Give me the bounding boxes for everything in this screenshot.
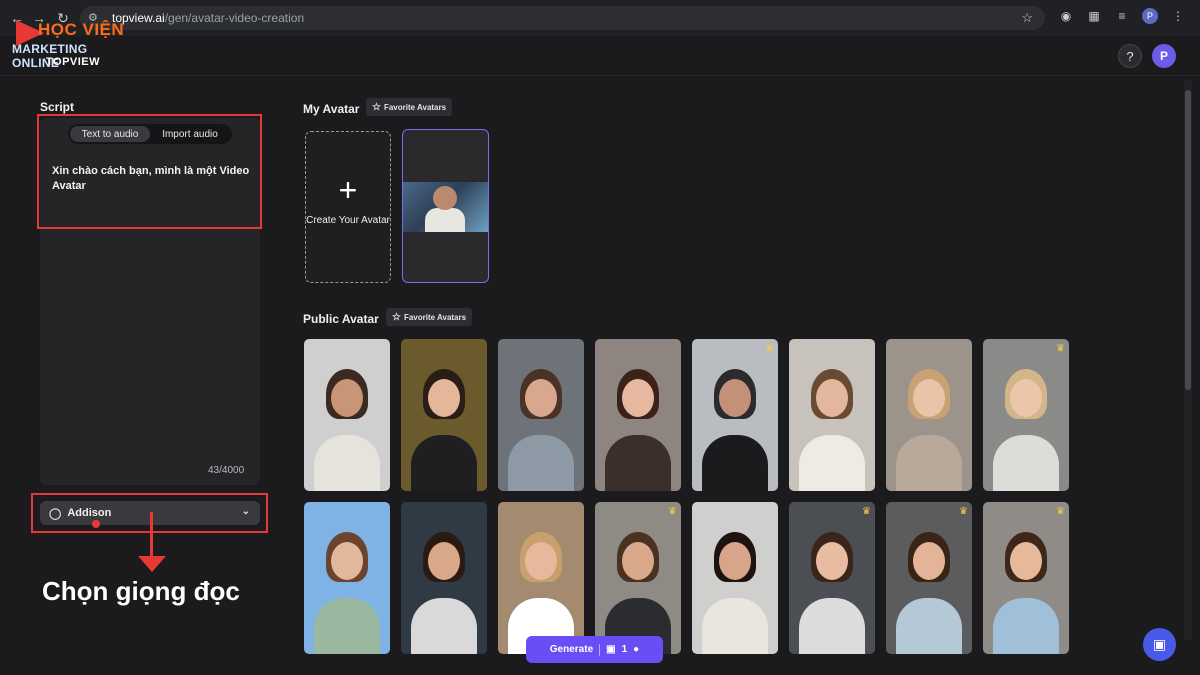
- extension-icons: ◉ ▦ ≡ P ⋮: [1058, 8, 1186, 24]
- crown-icon: ♛: [765, 343, 774, 354]
- extension-icon[interactable]: ◉: [1058, 8, 1074, 24]
- generate-label: Generate: [549, 644, 594, 655]
- avatar-body: [702, 598, 768, 654]
- avatar-tile[interactable]: [498, 339, 584, 491]
- address-bar[interactable]: ⚙ topview.ai/gen/avatar-video-creation ☆: [80, 6, 1045, 30]
- avatar-tile[interactable]: [595, 339, 681, 491]
- avatar-body: [314, 435, 380, 491]
- avatar-tile[interactable]: ♛: [983, 339, 1069, 491]
- avatar-tile[interactable]: [886, 339, 972, 491]
- avatar-body: [993, 435, 1059, 491]
- more-menu-icon[interactable]: ⋮: [1170, 8, 1186, 24]
- url-path: /gen/avatar-video-creation: [164, 11, 305, 25]
- star-icon: ☆: [392, 311, 401, 323]
- my-avatar-title: My Avatar: [303, 102, 360, 116]
- my-avatar-card[interactable]: [402, 129, 489, 283]
- avatar-body: [411, 435, 477, 491]
- chat-support-button[interactable]: ▣: [1143, 628, 1176, 661]
- avatar-tile[interactable]: ♛: [983, 502, 1069, 654]
- scrollbar-thumb[interactable]: [1185, 90, 1191, 390]
- avatar-face: [913, 379, 945, 417]
- crown-icon: ♛: [668, 506, 677, 517]
- favorite-label: Favorite Avatars: [403, 312, 467, 322]
- avatar-face: [331, 379, 363, 417]
- char-counter: 43/4000: [208, 465, 245, 476]
- annotation-arrow-head: [138, 556, 166, 572]
- crown-icon: ♛: [862, 506, 871, 517]
- avatar-tile[interactable]: [692, 502, 778, 654]
- annotation-arrow-shaft: [150, 512, 153, 560]
- avatar-tile[interactable]: [401, 339, 487, 491]
- avatar-face: [913, 542, 945, 580]
- avatar-body: [411, 598, 477, 654]
- avatar-face: [816, 379, 848, 417]
- create-avatar-label: Create Your Avatar: [306, 215, 390, 226]
- crown-icon: ♛: [959, 506, 968, 517]
- credit-icon: ▣: [606, 644, 616, 655]
- avatar-face: [525, 379, 557, 417]
- bookmark-star-icon[interactable]: ☆: [1021, 10, 1033, 26]
- chat-icon: ▣: [1152, 636, 1167, 652]
- avatar-tile[interactable]: [304, 339, 390, 491]
- reading-list-icon[interactable]: ≡: [1114, 8, 1130, 24]
- favorite-label: Favorite Avatars: [383, 102, 447, 112]
- avatar-body: [702, 435, 768, 491]
- avatar-body: [605, 435, 671, 491]
- script-highlight-box: [37, 114, 262, 229]
- help-button[interactable]: ?: [1118, 44, 1142, 68]
- avatar-tile[interactable]: [789, 339, 875, 491]
- avatar-face: [719, 542, 751, 580]
- avatar-face: [719, 379, 751, 417]
- my-favorite-avatars-button[interactable]: ☆ Favorite Avatars: [366, 98, 453, 116]
- avatar-tile[interactable]: [401, 502, 487, 654]
- avatar-tile[interactable]: ♛: [886, 502, 972, 654]
- avatar-face: [622, 542, 654, 580]
- avatar-tile[interactable]: [498, 502, 584, 654]
- crown-icon: ♛: [1056, 343, 1065, 354]
- avatar-body: [799, 598, 865, 654]
- avatar-tile[interactable]: ♛: [692, 339, 778, 491]
- divider: [599, 643, 601, 656]
- browser-toolbar: ← → ↻ ⚙ topview.ai/gen/avatar-video-crea…: [0, 0, 1200, 36]
- avatar-tile[interactable]: ♛: [595, 502, 681, 654]
- crown-icon: ♛: [1056, 506, 1065, 517]
- avatar-face: [622, 379, 654, 417]
- avatar-body: [896, 598, 962, 654]
- avatar-tile[interactable]: ♛: [789, 502, 875, 654]
- watermark-logo: HỌC VIỆN MARKETING ONLINE TOPVIEW: [8, 10, 138, 80]
- avatar-face: [1010, 379, 1042, 417]
- star-icon: ☆: [372, 101, 381, 113]
- avatar-face: [525, 542, 557, 580]
- create-avatar-card[interactable]: + Create Your Avatar: [305, 131, 391, 283]
- credit-count: 1: [621, 644, 628, 655]
- topview-logo[interactable]: TOPVIEW: [46, 56, 100, 68]
- browser-profile-icon[interactable]: P: [1142, 8, 1158, 24]
- avatar-body: [896, 435, 962, 491]
- app-header: ? P: [0, 36, 1200, 76]
- watermark-line1: HỌC VIỆN: [38, 20, 125, 39]
- annotation-caption: Chọn giọng đọc: [42, 576, 240, 606]
- avatar-body: [314, 598, 380, 654]
- plus-icon: +: [338, 172, 358, 208]
- avatar-body: [799, 435, 865, 491]
- script-title: Script: [40, 100, 75, 114]
- avatar-body: [993, 598, 1059, 654]
- public-favorite-avatars-button[interactable]: ☆ Favorite Avatars: [386, 308, 473, 326]
- avatar-face: [816, 542, 848, 580]
- avatar-face: [428, 379, 460, 417]
- puzzle-icon[interactable]: ▦: [1086, 8, 1102, 24]
- user-avatar-button[interactable]: P: [1152, 44, 1176, 68]
- avatar-face: [1010, 542, 1042, 580]
- public-avatar-title: Public Avatar: [303, 312, 379, 326]
- generate-button[interactable]: Generate ▣ 1 ●: [526, 636, 663, 663]
- coin-icon: ●: [633, 644, 640, 655]
- avatar-tile[interactable]: [304, 502, 390, 654]
- avatar-body: [508, 435, 574, 491]
- my-avatar-body: [425, 208, 465, 232]
- avatar-face: [331, 542, 363, 580]
- my-avatar-head: [433, 186, 457, 210]
- avatar-face: [428, 542, 460, 580]
